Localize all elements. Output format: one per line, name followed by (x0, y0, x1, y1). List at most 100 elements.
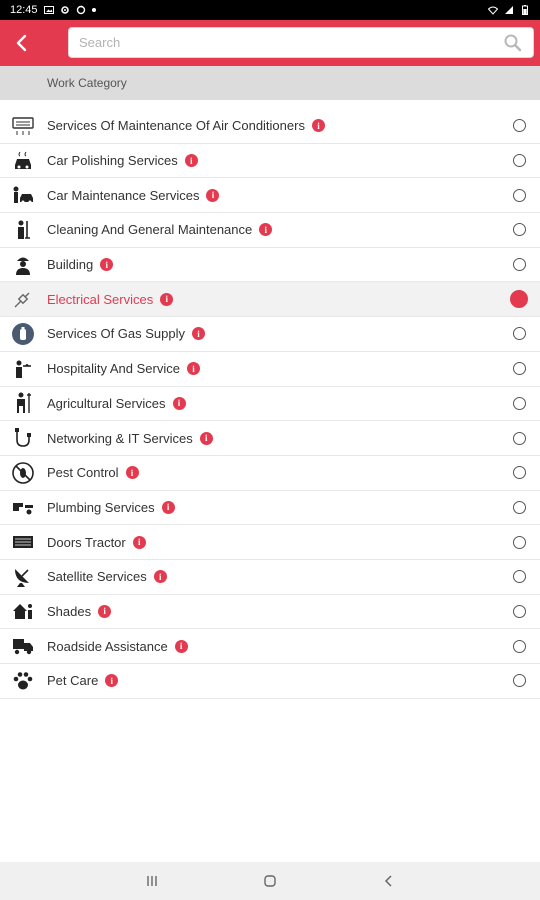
radio-button[interactable] (513, 500, 526, 514)
list-item[interactable]: Car Polishing Services i (0, 144, 540, 179)
list-item-label: Hospitality And Service (47, 361, 180, 377)
list-item[interactable]: Agricultural Services i (0, 387, 540, 422)
list-item[interactable]: Electrical Services i (0, 282, 540, 318)
cleaner-icon (11, 218, 35, 242)
list-item[interactable]: Roadside Assistance i (0, 629, 540, 664)
info-icon[interactable]: i (172, 396, 186, 410)
home-button[interactable] (250, 866, 290, 896)
list-item[interactable]: Shades i (0, 595, 540, 630)
list-item[interactable]: Car Maintenance Services i (0, 178, 540, 214)
list-item-label: Roadside Assistance (47, 638, 168, 654)
back-button[interactable] (0, 20, 44, 66)
list-item[interactable]: Services Of Maintenance Of Air Condition… (0, 109, 540, 144)
list-item-label-wrap: Pet Care i (47, 673, 119, 689)
info-icon[interactable]: i (98, 604, 112, 618)
nav-back-button[interactable] (369, 866, 409, 896)
air-conditioner-icon (11, 114, 35, 138)
section-title: Work Category (47, 76, 127, 90)
radio-button[interactable] (513, 431, 526, 445)
radio-button[interactable] (513, 327, 526, 341)
list-item[interactable]: Hospitality And Service i (0, 352, 540, 387)
list-item[interactable]: Satellite Services i (0, 560, 540, 595)
status-bar: 12:45 (0, 0, 540, 20)
list-item[interactable]: Pet Care i (0, 664, 540, 699)
radio-button[interactable] (513, 639, 526, 653)
list-item[interactable]: Building i (0, 248, 540, 283)
search-icon[interactable] (503, 33, 523, 53)
radio-button[interactable] (513, 154, 526, 168)
list-item-label: Cleaning And General Maintenance (47, 222, 253, 238)
list-item-label-wrap: Shades i (47, 604, 112, 619)
list-item-label-wrap: Doors Tractor i (47, 535, 146, 550)
list-item-label-wrap: Roadside Assistance i (47, 639, 188, 654)
list-item-label: Plumbing Services (47, 499, 155, 515)
work-category-screen: 12:45 Work Category S (0, 0, 540, 900)
list-item[interactable]: Pest Control i (0, 456, 540, 491)
radio-button[interactable] (513, 604, 526, 618)
info-icon[interactable]: i (100, 258, 114, 272)
radio-button[interactable] (513, 535, 526, 549)
list-item-label-wrap: Plumbing Services i (47, 500, 175, 515)
wifi-icon (488, 6, 498, 15)
battery-icon (522, 5, 528, 15)
recents-button[interactable] (132, 866, 172, 896)
info-icon[interactable]: i (125, 466, 139, 480)
gallery-icon (43, 6, 54, 14)
recents-icon (147, 876, 157, 886)
info-icon[interactable]: i (206, 188, 220, 202)
search-input[interactable] (79, 35, 503, 50)
category-list: Services Of Maintenance Of Air Condition… (0, 109, 540, 699)
shade-icon (11, 599, 35, 623)
list-item-label: Pet Care (47, 673, 99, 689)
list-item[interactable]: Services Of Gas Supply i (0, 317, 540, 352)
paw-icon (11, 669, 35, 693)
search-bar[interactable] (68, 27, 534, 58)
list-item-label-wrap: Satellite Services i (47, 569, 167, 584)
radio-button[interactable] (510, 290, 528, 309)
info-icon[interactable]: i (174, 639, 188, 653)
list-item[interactable]: Networking & IT Services i (0, 421, 540, 456)
no-bugs-icon (11, 461, 35, 485)
radio-button[interactable] (513, 466, 526, 480)
list-item-label-wrap: Car Maintenance Services i (47, 188, 220, 203)
radio-button[interactable] (513, 258, 526, 272)
info-icon[interactable]: i (184, 154, 198, 168)
radio-button[interactable] (513, 396, 526, 410)
info-icon[interactable]: i (186, 362, 200, 376)
sync-icon (76, 5, 85, 15)
list-item-label-wrap: Building i (47, 257, 114, 273)
radio-button[interactable] (513, 223, 526, 237)
info-icon[interactable]: i (199, 431, 213, 445)
list-item-label: Doors Tractor (47, 534, 126, 550)
car-mechanic-icon (11, 183, 35, 207)
radio-button[interactable] (513, 570, 526, 584)
info-icon[interactable]: i (161, 500, 175, 514)
radio-button[interactable] (513, 188, 526, 202)
list-item[interactable]: Plumbing Services i (0, 491, 540, 526)
system-nav-bar (0, 862, 540, 900)
list-item-label-wrap: Hospitality And Service i (47, 361, 200, 376)
list-item[interactable]: Cleaning And General Maintenance i (0, 213, 540, 248)
list-item[interactable]: Doors Tractor i (0, 525, 540, 560)
dot-icon (91, 8, 96, 12)
list-item-label: Building (47, 257, 94, 273)
list-item-label-wrap: Electrical Services i (47, 291, 174, 307)
plumber-icon (11, 495, 35, 519)
list-item-label: Electrical Services (47, 291, 154, 307)
farmer-icon (11, 391, 35, 415)
radio-button[interactable] (513, 674, 526, 688)
clock: 12:45 (10, 4, 38, 16)
satellite-dish-icon (11, 565, 35, 589)
electrical-plug-icon (11, 287, 35, 311)
info-icon[interactable]: i (160, 292, 174, 306)
info-icon[interactable]: i (132, 535, 146, 549)
radio-button[interactable] (513, 362, 526, 376)
gear-icon (60, 6, 69, 14)
info-icon[interactable]: i (153, 570, 167, 584)
info-icon[interactable]: i (105, 674, 119, 688)
info-icon[interactable]: i (311, 119, 325, 133)
section-header: Work Category (0, 66, 540, 100)
info-icon[interactable]: i (259, 223, 273, 237)
info-icon[interactable]: i (192, 327, 205, 341)
radio-button[interactable] (513, 119, 526, 133)
